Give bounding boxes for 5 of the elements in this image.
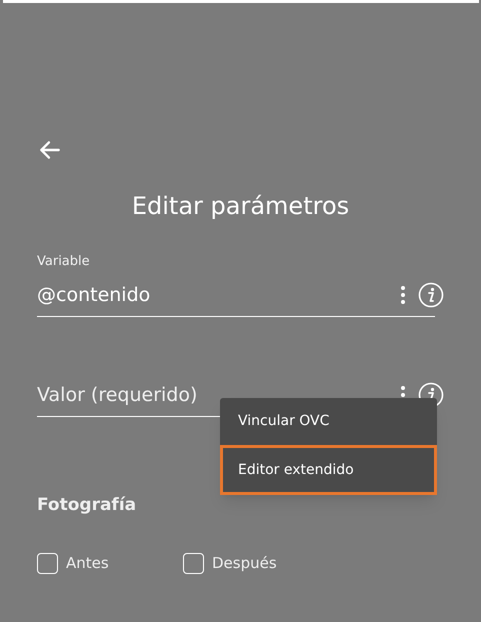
checkbox-label: Después: [212, 553, 277, 574]
page-title: Editar parámetros: [130, 191, 350, 222]
field-label: Variable: [37, 253, 91, 271]
section-title: Fotografía: [37, 494, 136, 517]
checkbox-label: Antes: [66, 553, 109, 574]
